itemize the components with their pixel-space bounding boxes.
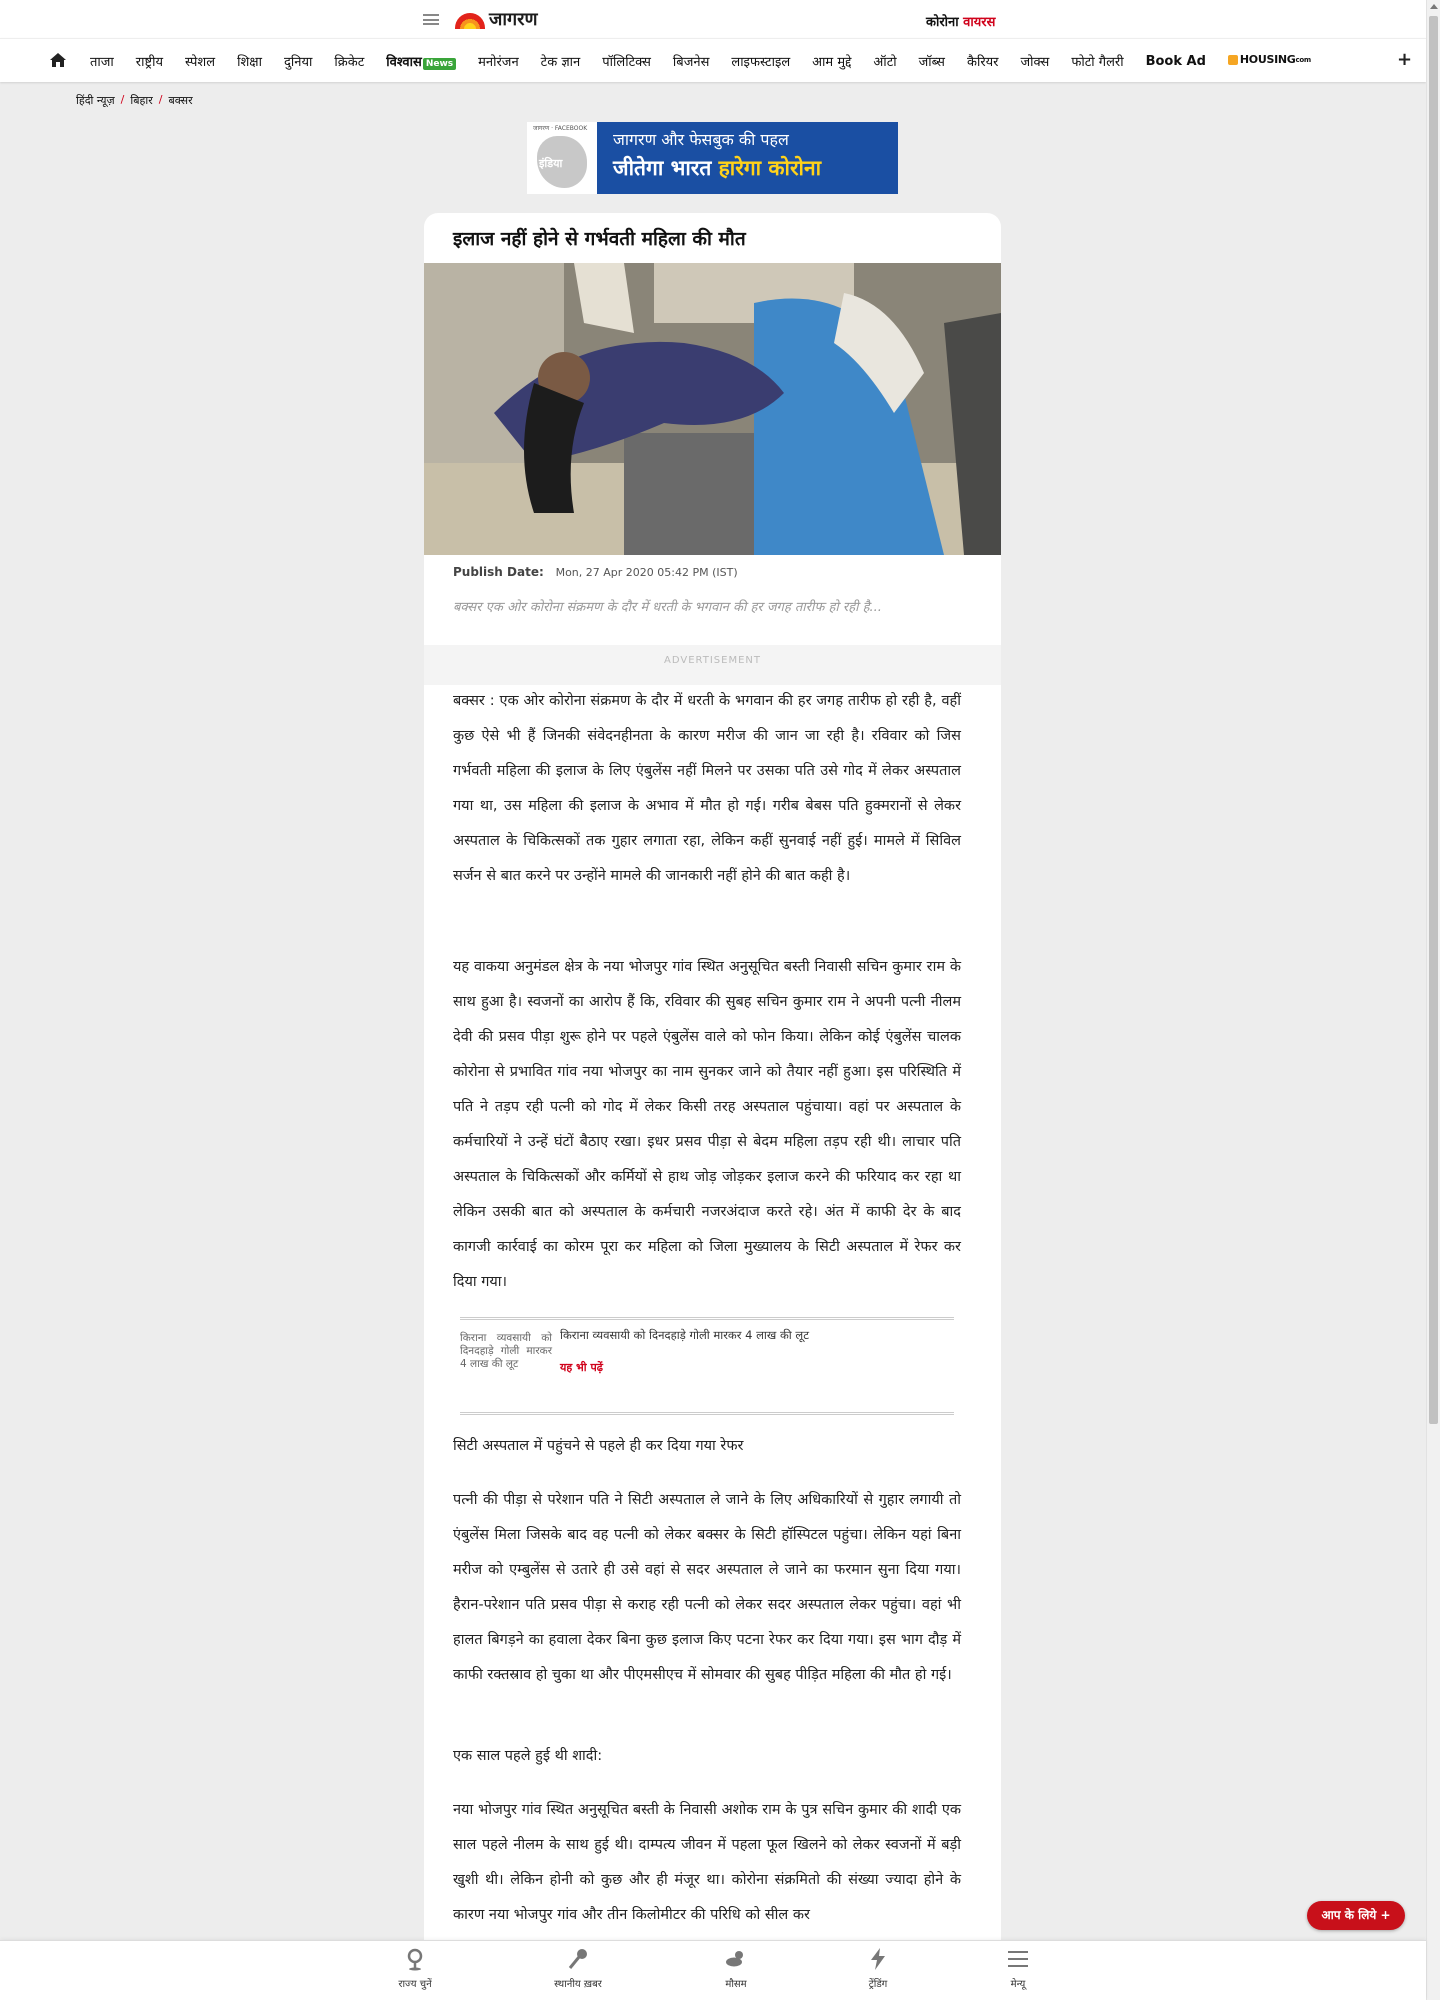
nav-items: ताजा राष्ट्रीय स्पेशल शिक्षा दुनिया क्रि… [79, 39, 1322, 83]
for-you-button[interactable]: आप के लिये + [1307, 1901, 1405, 1930]
vishwas-label: विश्वास [386, 55, 422, 70]
bottom-navigation: राज्य चुनें स्थानीय ख़बर मौसम ट्रेंडिंग … [0, 1940, 1426, 2000]
sun-logo-icon [455, 13, 485, 29]
banner-logo-panel: जागरण · FACEBOOK इंडिया [527, 122, 597, 194]
banner-small-text: जागरण · FACEBOOK [533, 125, 588, 132]
corona-prefix: कोरोना [926, 15, 959, 30]
nav-item-auto[interactable]: ऑटो [862, 52, 907, 70]
nav-item-manoranjan[interactable]: मनोरंजन [467, 52, 530, 70]
jagran-logo[interactable]: जागरण [455, 6, 538, 32]
banner-line2: जीतेगा भारत हारेगा कोरोना [613, 154, 821, 182]
publish-date: Mon, 27 Apr 2020 05:42 PM (IST) [555, 566, 738, 579]
breadcrumb-separator: / [120, 93, 125, 106]
weather-icon [726, 1951, 743, 1967]
read-also-tag: यह भी पढ़ें [560, 1361, 603, 1374]
nav-item-photo-gallery[interactable]: फोटो गैलरी [1060, 52, 1134, 70]
nav-item-special[interactable]: स्पेशल [174, 52, 226, 70]
banner-text-panel: जागरण और फेसबुक की पहल जीतेगा भारत हारेग… [597, 122, 821, 194]
read-also-image-alt[interactable]: किराना व्यवसायी को दिनदहाड़े गोली मारकर … [460, 1332, 552, 1410]
article-title: इलाज नहीं होने से गर्भवती महिला की मौत [453, 228, 746, 250]
housing-label: HOUSING [1239, 53, 1296, 67]
bottom-nav-label: मेन्यू [1010, 1979, 1026, 1990]
article-card: इलाज नहीं होने से गर्भवती महिला की मौत P… [424, 213, 1001, 2000]
nav-item-career[interactable]: कैरियर [956, 52, 1010, 70]
bottom-nav-local-news[interactable]: स्थानीय ख़बर [538, 1947, 618, 1990]
nav-item-jobs[interactable]: जॉब्स [908, 52, 956, 70]
scrollbar-thumb[interactable] [1429, 16, 1438, 1424]
breadcrumb-hindi-news[interactable]: हिंदी न्यूज़ [76, 93, 115, 108]
nav-item-lifestyle[interactable]: लाइफस्टाइल [720, 52, 801, 70]
article-paragraph: यह वाकया अनुमंडल क्षेत्र के नया भोजपुर ग… [453, 959, 961, 1290]
article-summary: बक्सर एक ओर कोरोना संक्रमण के दौर में धर… [453, 600, 882, 615]
menu-icon [1008, 1951, 1028, 1967]
article-paragraph: पत्नी की पीड़ा से परेशान पति ने सिटी अस्… [453, 1492, 961, 1683]
home-icon[interactable] [50, 53, 66, 67]
banner-map-text: इंडिया [539, 157, 563, 170]
housing-suffix: com [1295, 55, 1312, 64]
main-navigation: ताजा राष्ट्रीय स्पेशल शिक्षा दुनिया क्रि… [0, 38, 1426, 82]
nav-item-jokes[interactable]: जोक्स [1010, 52, 1061, 70]
nav-item-shiksha[interactable]: शिक्षा [226, 52, 273, 70]
jeetega-bharat-banner-ad[interactable]: जागरण · FACEBOOK इंडिया जागरण और फेसबुक … [527, 122, 898, 194]
logo-text: जागरण [489, 9, 538, 30]
corona-suffix: वायरस [963, 15, 996, 30]
nav-item-book-ad[interactable]: Book Ad [1135, 54, 1217, 69]
nav-item-duniya[interactable]: दुनिया [273, 52, 323, 70]
publish-info: Publish Date: Mon, 27 Apr 2020 05:42 PM … [453, 565, 738, 579]
bottom-nav-label: मौसम [725, 1979, 747, 1990]
read-also-box[interactable]: किराना व्यवसायी को दिनदहाड़े गोली मारकर … [460, 1317, 954, 1415]
nav-item-business[interactable]: बिजनेस [662, 52, 720, 70]
breadcrumb-separator: / [158, 93, 163, 106]
nav-more-plus-button[interactable]: + [1397, 49, 1412, 70]
bottom-nav-label: राज्य चुनें [398, 1979, 432, 1990]
nav-item-aam-mudde[interactable]: आम मुद्दे [801, 52, 862, 70]
nav-item-taja[interactable]: ताजा [79, 52, 125, 70]
lightning-icon [871, 1948, 885, 1970]
nav-item-rashtriya[interactable]: राष्ट्रीय [125, 52, 174, 70]
nav-item-politics[interactable]: पॉलिटिक्स [591, 52, 662, 70]
housing-logo-icon [1227, 54, 1238, 65]
bottom-nav-label: स्थानीय ख़बर [554, 1979, 602, 1990]
banner-line2-a: जीतेगा भारत [613, 156, 712, 180]
breadcrumb: हिंदी न्यूज़ / बिहार / बक्सर [76, 93, 193, 108]
breadcrumb-buxar[interactable]: बक्सर [168, 93, 192, 108]
publish-label: Publish Date: [453, 565, 544, 579]
bottom-nav-menu[interactable]: मेन्यू [978, 1947, 1058, 1990]
advertisement-label: ADVERTISEMENT [424, 645, 1001, 685]
article-subheading: एक साल पहले हुई थी शादी: [453, 1748, 603, 1764]
bottom-nav-label: ट्रेंडिंग [868, 1979, 888, 1990]
hamburger-menu-icon[interactable] [423, 14, 439, 25]
page-scrollbar[interactable] [1426, 0, 1440, 2000]
nav-item-tech-gyan[interactable]: टेक ज्ञान [530, 52, 592, 70]
article-paragraph: बक्सर : एक ओर कोरोना संक्रमण के दौर में … [453, 693, 961, 884]
bottom-nav-trending[interactable]: ट्रेंडिंग [838, 1947, 918, 1990]
banner-line1: जागरण और फेसबुक की पहल [613, 130, 789, 149]
bottom-nav-weather[interactable]: मौसम [696, 1947, 776, 1990]
corona-virus-link[interactable]: कोरोना वायरस [926, 12, 995, 30]
news-badge: News [422, 58, 457, 70]
article-hero-photo [424, 263, 1001, 555]
breadcrumb-bihar[interactable]: बिहार [130, 93, 152, 108]
article-paragraph: नया भोजपुर गांव स्थित अनुसूचित बस्ती के … [453, 1802, 961, 1923]
bottom-nav-select-state[interactable]: राज्य चुनें [375, 1947, 455, 1990]
top-header: जागरण कोरोना वायरस [0, 0, 1426, 38]
microphone-icon [568, 1949, 587, 1969]
nav-item-housing[interactable]: HOUSING com [1217, 53, 1322, 69]
read-also-title[interactable]: किराना व्यवसायी को दिनदहाड़े गोली मारकर … [560, 1328, 809, 1343]
nav-item-cricket[interactable]: क्रिकेट [323, 52, 375, 70]
article-subheading: सिटी अस्पताल में पहुंचने से पहले ही कर द… [453, 1438, 744, 1454]
location-pin-icon [407, 1948, 423, 1971]
scroll-up-arrow-icon[interactable] [1430, 4, 1438, 9]
banner-line2-b: हारेगा कोरोना [718, 156, 822, 180]
nav-item-vishwas[interactable]: विश्वास News [375, 52, 467, 70]
